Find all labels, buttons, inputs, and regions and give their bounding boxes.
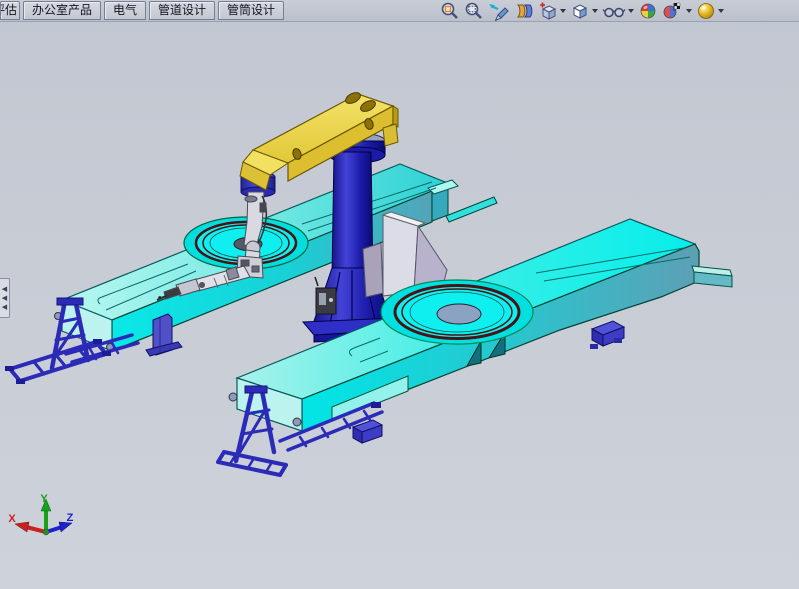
edit-appearance-icon bbox=[638, 1, 658, 21]
zoom-to-fit-button[interactable] bbox=[438, 0, 462, 22]
section-view-button[interactable] bbox=[512, 0, 536, 22]
zoom-to-fit-icon bbox=[440, 1, 460, 21]
previous-view-icon bbox=[488, 1, 510, 21]
front-ring-hole bbox=[437, 304, 481, 324]
view-orientation-button[interactable] bbox=[536, 0, 568, 22]
command-bar: 评估 办公室产品 电气 管道设计 管筒设计 bbox=[0, 0, 799, 22]
left-arrow-icon: ◀ bbox=[2, 295, 7, 302]
front-beam-ring[interactable] bbox=[381, 280, 533, 344]
zoom-to-area-icon bbox=[464, 1, 484, 21]
hide-show-items-icon bbox=[602, 1, 626, 21]
command-tabs: 评估 办公室产品 电气 管道设计 管筒设计 bbox=[0, 0, 284, 21]
view-toolbar bbox=[438, 0, 726, 21]
tab-tube-design[interactable]: 管筒设计 bbox=[218, 1, 284, 20]
section-view-icon bbox=[514, 1, 534, 21]
lifting-lug bbox=[293, 418, 301, 426]
apply-scene-icon bbox=[662, 1, 684, 21]
zoom-to-area-button[interactable] bbox=[462, 0, 486, 22]
orientation-triad: Y X Z bbox=[8, 493, 73, 535]
y-axis-label: Y bbox=[40, 493, 48, 505]
previous-view-button[interactable] bbox=[486, 0, 512, 22]
edit-appearance-button[interactable] bbox=[636, 0, 660, 22]
apply-scene-button[interactable] bbox=[660, 0, 694, 22]
viewport-3d[interactable]: Y X Z ◀ ◀ ◀ bbox=[0, 0, 799, 589]
lifting-lug bbox=[229, 393, 237, 401]
dropdown-caret[interactable] bbox=[592, 9, 598, 13]
tab-electrical[interactable]: 电气 bbox=[104, 1, 146, 20]
beam-foot-fixture[interactable] bbox=[590, 321, 624, 349]
display-style-button[interactable] bbox=[568, 0, 600, 22]
z-axis-label: Z bbox=[67, 512, 74, 524]
panel-expand-button[interactable]: ◀ ◀ ◀ bbox=[0, 278, 10, 318]
left-arrow-icon: ◀ bbox=[2, 286, 7, 293]
display-style-icon bbox=[570, 1, 590, 21]
dropdown-caret[interactable] bbox=[718, 9, 724, 13]
tab-office-products[interactable]: 办公室产品 bbox=[23, 1, 101, 20]
x-axis-arrow bbox=[15, 522, 29, 532]
view-settings-icon bbox=[696, 1, 716, 21]
x-axis-label: X bbox=[8, 513, 16, 525]
dropdown-caret[interactable] bbox=[686, 9, 692, 13]
model-scene[interactable]: Y X Z bbox=[0, 0, 799, 589]
hide-show-items-button[interactable] bbox=[600, 0, 636, 22]
view-settings-button[interactable] bbox=[694, 0, 726, 22]
dropdown-caret[interactable] bbox=[628, 9, 634, 13]
left-arrow-icon: ◀ bbox=[2, 304, 7, 311]
dropdown-caret[interactable] bbox=[560, 9, 566, 13]
tab-piping-design[interactable]: 管道设计 bbox=[149, 1, 215, 20]
view-orientation-icon bbox=[538, 1, 558, 21]
tab-evaluate[interactable]: 评估 bbox=[0, 1, 20, 20]
